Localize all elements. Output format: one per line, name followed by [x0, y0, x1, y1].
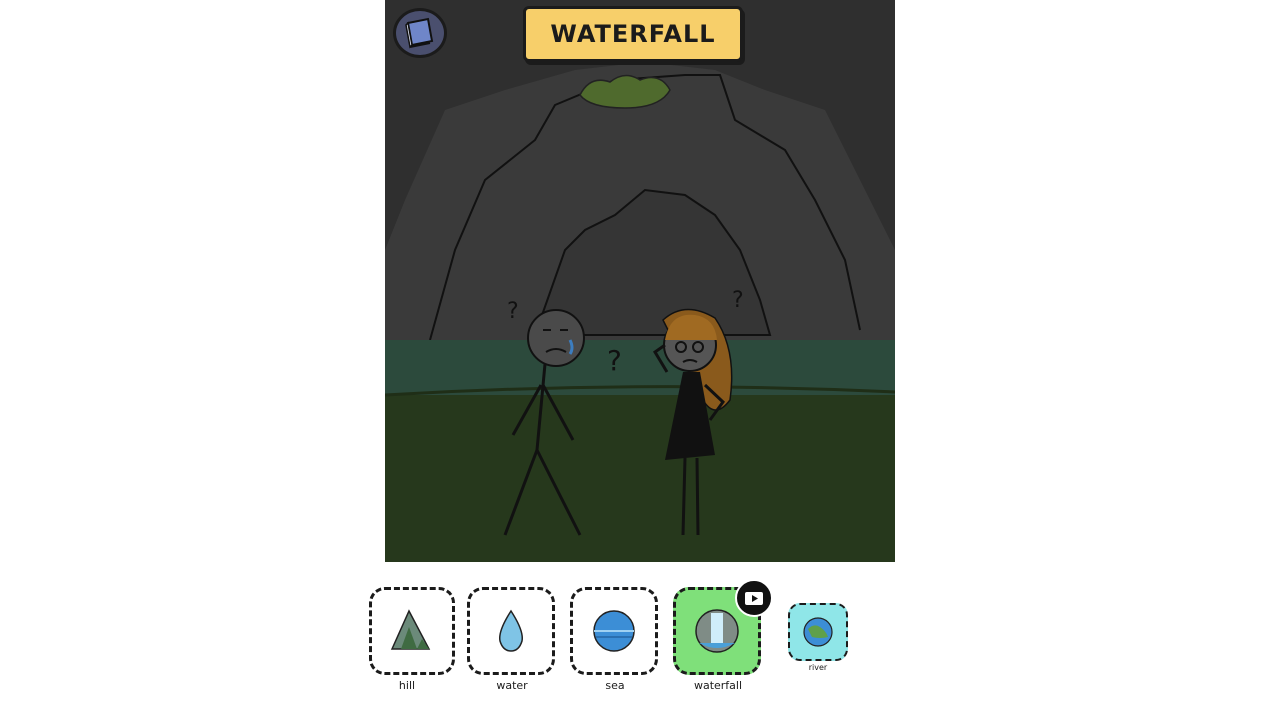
book-icon — [405, 17, 434, 49]
tray-item-label: sea — [605, 679, 625, 692]
tray-item-river[interactable]: river — [788, 603, 852, 683]
video-ad-badge[interactable] — [735, 579, 773, 617]
item-tray: hill water sea waterfall river — [369, 575, 895, 707]
tray-item-label: water — [496, 679, 528, 692]
sea-globe-icon — [593, 610, 635, 652]
question-mark: ? — [607, 344, 622, 377]
video-ad-icon — [745, 592, 763, 605]
level-title-banner: WATERFALL — [523, 6, 743, 62]
tray-item-hill[interactable]: hill — [369, 587, 457, 707]
scene-illustration: ? ? ? — [385, 0, 895, 562]
tray-item-sea[interactable]: sea — [570, 587, 660, 707]
level-title: WATERFALL — [550, 20, 716, 48]
tray-item-label: river — [808, 663, 828, 672]
mountain-icon — [390, 609, 431, 650]
river-globe-icon — [803, 617, 833, 647]
app-screen: ? ? ? WATERFALL hill water sea waterfall… — [0, 0, 1280, 720]
tray-item-waterfall[interactable]: waterfall — [673, 579, 773, 707]
book-button[interactable] — [393, 8, 447, 58]
tray-item-label: waterfall — [693, 679, 743, 692]
game-scene: ? ? ? WATERFALL — [385, 0, 895, 562]
tray-item-water[interactable]: water — [467, 587, 557, 707]
question-mark: ? — [732, 288, 744, 313]
question-mark: ? — [507, 299, 519, 324]
water-drop-icon — [498, 609, 524, 652]
grass-ground — [385, 395, 895, 562]
tray-item-label: hill — [398, 679, 416, 692]
